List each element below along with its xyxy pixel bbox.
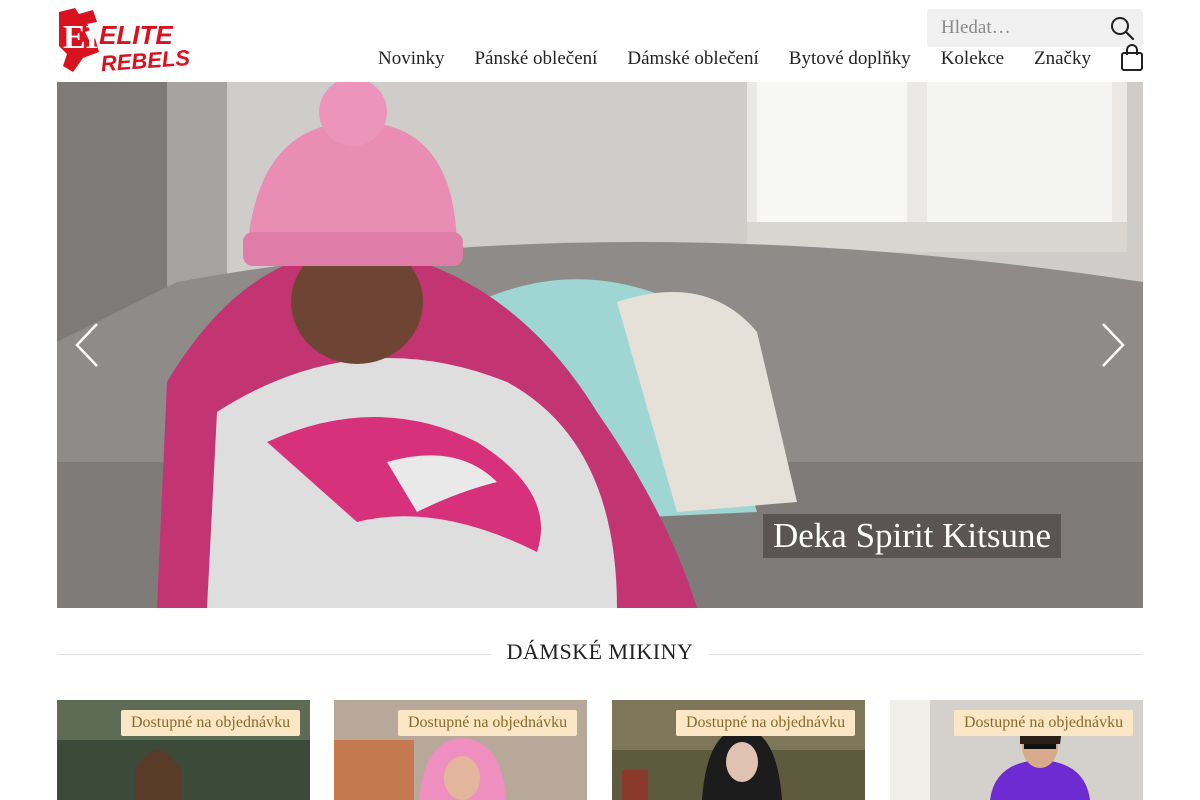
chevron-left-icon[interactable]: [73, 322, 103, 368]
product-card[interactable]: Dostupné na objednávku: [334, 700, 587, 800]
hero-slider: Deka Spirit Kitsune: [57, 82, 1143, 608]
product-grid: Dostupné na objednávku Dostupné na objed…: [57, 700, 1143, 800]
nav-item-damske-obleceni[interactable]: Dámské oblečení: [627, 46, 758, 72]
search-icon[interactable]: [1109, 15, 1135, 41]
brand-logo[interactable]: ER ELITE REBELS: [57, 6, 207, 76]
svg-text:REBELS: REBELS: [100, 45, 191, 76]
nav-item-bytove-doplnky[interactable]: Bytové doplňky: [789, 46, 911, 72]
search-bar: [927, 9, 1143, 47]
availability-badge: Dostupné na objednávku: [954, 710, 1134, 736]
nav-item-panske-obleceni[interactable]: Pánské oblečení: [474, 46, 597, 72]
availability-badge: Dostupné na objednávku: [676, 710, 856, 736]
site-header: ER ELITE REBELS Novinky Pánské oblečení …: [0, 0, 1200, 82]
shopping-bag-icon[interactable]: [1120, 44, 1144, 72]
search-input[interactable]: [927, 9, 1097, 47]
availability-badge: Dostupné na objednávku: [121, 710, 301, 736]
svg-text:ELITE: ELITE: [99, 20, 173, 50]
nav-item-novinky[interactable]: Novinky: [378, 46, 445, 72]
nav-item-kolekce[interactable]: Kolekce: [941, 46, 1004, 72]
nav-item-znacky[interactable]: Značky: [1034, 46, 1091, 72]
product-card[interactable]: Dostupné na objednávku: [57, 700, 310, 800]
hero-caption[interactable]: Deka Spirit Kitsune: [763, 514, 1062, 558]
product-card[interactable]: Dostupné na objednávku: [612, 700, 865, 800]
chevron-right-icon[interactable]: [1097, 322, 1127, 368]
product-card[interactable]: Dostupné na objednávku: [890, 700, 1143, 800]
section-title: DÁMSKÉ MIKINY: [57, 639, 1143, 665]
availability-badge: Dostupné na objednávku: [398, 710, 578, 736]
main-navigation: Novinky Pánské oblečení Dámské oblečení …: [378, 46, 1091, 72]
section-header: DÁMSKÉ MIKINY: [57, 636, 1143, 672]
